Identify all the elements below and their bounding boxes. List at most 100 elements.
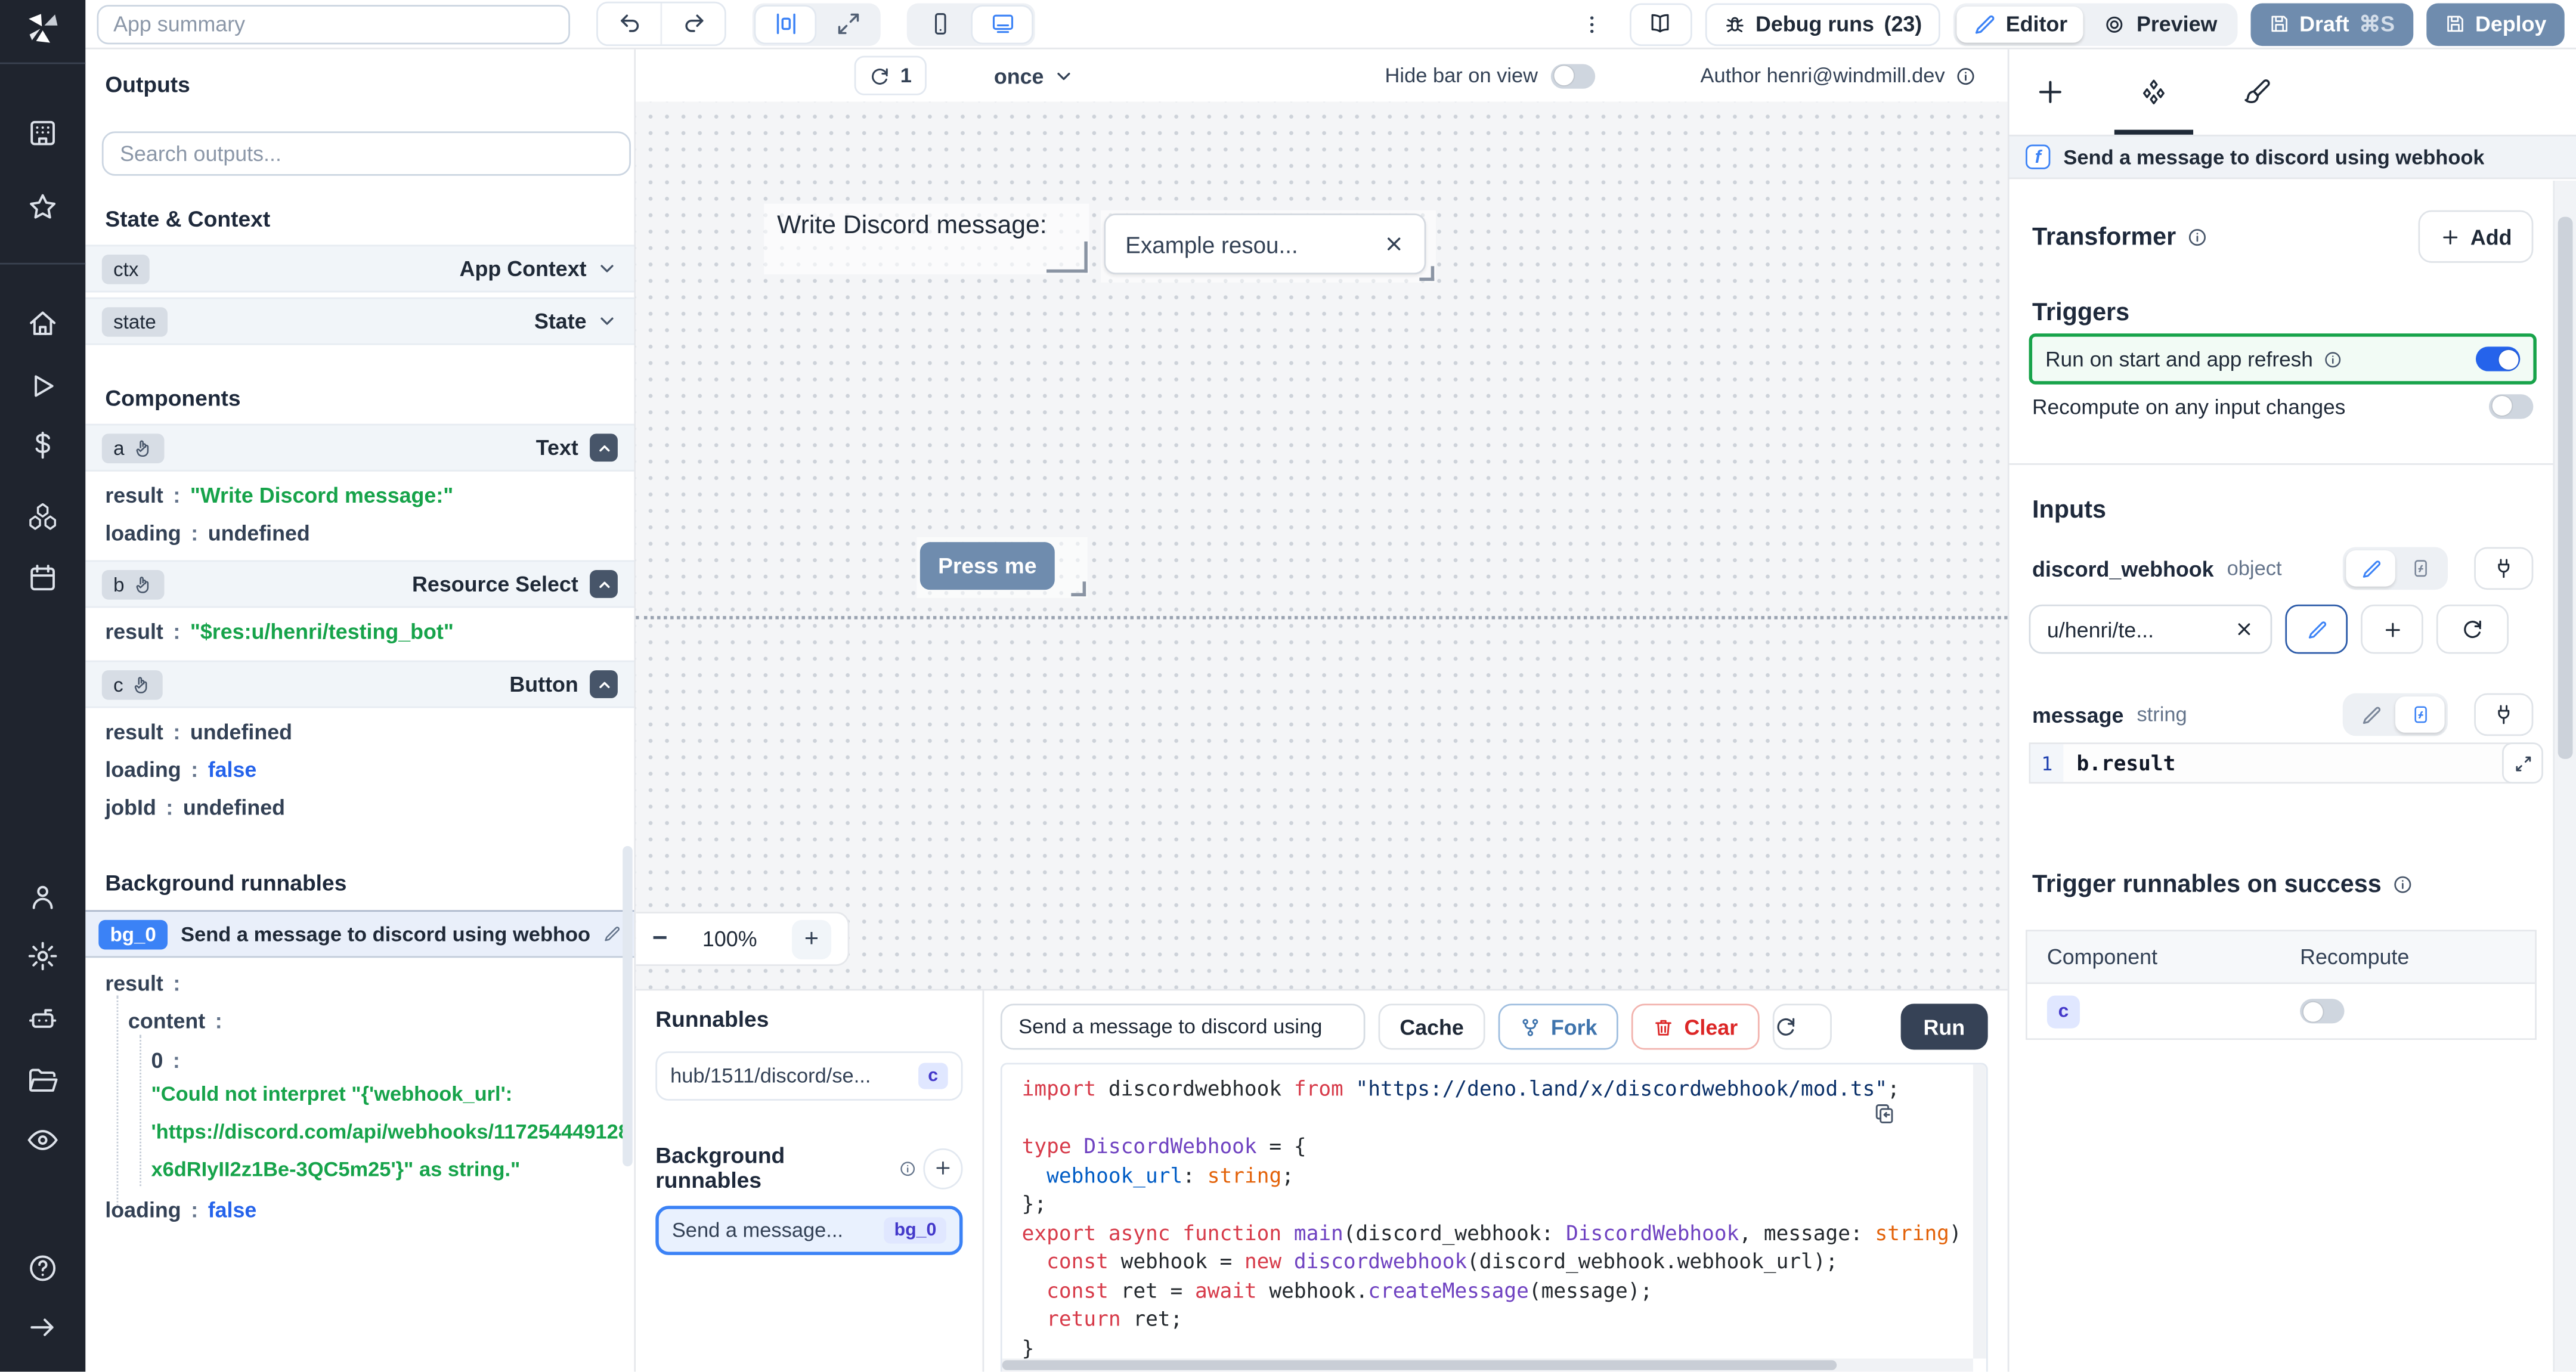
state-row[interactable]: state State xyxy=(85,297,634,345)
align-center-button[interactable] xyxy=(756,5,815,42)
component-row-a[interactable]: a Text xyxy=(85,423,634,472)
static-mode-button[interactable] xyxy=(2346,550,2395,587)
calendar-icon[interactable] xyxy=(26,562,59,594)
component-row-b[interactable]: b Resource Select xyxy=(85,560,634,608)
connections-tab[interactable] xyxy=(2139,77,2169,107)
tab-editor[interactable]: Editor xyxy=(1956,5,2084,42)
deploy-button[interactable]: Deploy xyxy=(2426,2,2565,45)
recompute-toggle[interactable] xyxy=(2488,393,2534,419)
fullscreen-button[interactable] xyxy=(818,6,877,42)
hide-bar-toggle[interactable] xyxy=(1551,63,1596,88)
resource-select-input[interactable]: Example resou... xyxy=(1104,213,1426,275)
error-text-line: x6dRIyII2z1Be-3QC5m25'}" as string." xyxy=(151,1158,521,1181)
fork-button[interactable]: Fork xyxy=(1498,1004,1619,1050)
user-icon[interactable] xyxy=(26,881,59,913)
zoom-out-button[interactable]: − xyxy=(652,924,668,954)
tab-preview[interactable]: Preview xyxy=(2087,6,2234,42)
code-vertical-scrollbar[interactable] xyxy=(1973,1064,1986,1359)
play-icon[interactable] xyxy=(26,370,59,402)
copy-code-icon[interactable] xyxy=(1873,1101,1896,1127)
chevron-down-icon[interactable] xyxy=(596,311,618,332)
message-expression-editor[interactable]: 1 b.result xyxy=(2029,742,2534,784)
outputs-scrollbar[interactable] xyxy=(623,846,633,1167)
eval-mode-button[interactable] xyxy=(2395,550,2445,587)
desktop-view-button[interactable] xyxy=(973,5,1032,42)
info-icon[interactable] xyxy=(2323,349,2342,368)
expand-editor-button[interactable] xyxy=(2502,742,2543,784)
dollar-icon[interactable] xyxy=(26,429,59,462)
plug-connect-button[interactable] xyxy=(2474,547,2534,590)
static-mode-button[interactable] xyxy=(2346,696,2395,733)
home-icon[interactable] xyxy=(26,307,59,340)
redo-button[interactable] xyxy=(660,3,724,45)
draft-button[interactable]: Draft ⌘S xyxy=(2250,2,2413,45)
bg0-title: Send a message to discord using webhook xyxy=(181,922,590,946)
building-icon[interactable] xyxy=(26,117,59,150)
collapse-b-button[interactable] xyxy=(590,570,618,598)
script-name-input[interactable] xyxy=(1000,1004,1366,1050)
undo-button[interactable] xyxy=(598,4,661,45)
folder-icon[interactable] xyxy=(26,1064,59,1097)
press-me-button[interactable]: Press me xyxy=(919,542,1055,590)
search-outputs-input[interactable] xyxy=(101,131,631,176)
resize-handle[interactable] xyxy=(1071,581,1086,597)
help-icon[interactable] xyxy=(26,1252,59,1284)
run-on-start-row: Run on start and app refresh xyxy=(2029,333,2537,385)
code-horizontal-scrollbar[interactable] xyxy=(1002,1358,1973,1372)
refresh-count-button[interactable]: 1 xyxy=(854,55,927,95)
recompute-c-toggle[interactable] xyxy=(2300,999,2345,1024)
canvas-grid[interactable]: Write Discord message: Example resou... … xyxy=(636,101,2008,991)
background-runnable-row[interactable]: bg_0 Send a message to discord using web… xyxy=(85,910,634,958)
add-transformer-button[interactable]: Add xyxy=(2417,210,2534,263)
resource-value-input[interactable]: u/henri/te... xyxy=(2029,604,2272,654)
style-tab[interactable] xyxy=(2243,77,2272,107)
eval-mode-button[interactable] xyxy=(2395,696,2445,733)
add-background-runnable-button[interactable] xyxy=(922,1147,963,1189)
add-component-tab[interactable] xyxy=(2036,77,2066,107)
outputs-panel: Outputs State & Context ctx App Context … xyxy=(85,49,636,1372)
run-button[interactable]: Run xyxy=(1900,1004,1988,1050)
edit-pencil-icon[interactable] xyxy=(603,925,621,943)
info-icon[interactable] xyxy=(2186,226,2207,247)
windmill-logo[interactable] xyxy=(23,8,63,48)
inspector-scrollbar[interactable] xyxy=(2553,181,2576,1372)
gear-icon[interactable] xyxy=(26,940,59,973)
zoom-in-button[interactable]: + xyxy=(791,919,832,959)
clear-button[interactable]: Clear xyxy=(1631,1004,1759,1050)
clear-resource-icon[interactable] xyxy=(2234,620,2254,639)
refresh-mode-dropdown[interactable]: once xyxy=(994,49,1075,102)
clear-selection-icon[interactable] xyxy=(1383,233,1405,255)
add-resource-button[interactable] xyxy=(2361,604,2423,654)
info-icon[interactable] xyxy=(1955,65,1976,86)
kebab-menu-icon[interactable] xyxy=(1573,13,1609,36)
app-summary-input[interactable] xyxy=(97,4,571,44)
docs-button[interactable] xyxy=(1628,2,1692,45)
refresh-script-button[interactable] xyxy=(1772,1004,1832,1050)
collapse-c-button[interactable] xyxy=(590,670,618,698)
run-on-start-toggle[interactable] xyxy=(2475,346,2521,371)
runnable-item[interactable]: hub/1511/discord/se... c xyxy=(655,1051,963,1101)
layout-tools-group xyxy=(752,2,881,45)
robot-icon[interactable] xyxy=(26,1002,59,1035)
code-editor[interactable]: import discordwebhook from "https://deno… xyxy=(1000,1063,1988,1372)
edit-resource-button[interactable] xyxy=(2285,604,2348,654)
resize-handle[interactable] xyxy=(1419,266,1435,281)
eye-icon[interactable] xyxy=(26,1123,59,1156)
script-editor: Cache Fork Clear Run import discordwebho… xyxy=(982,990,2008,1372)
cache-button[interactable]: Cache xyxy=(1378,1004,1485,1050)
component-row-c[interactable]: c Button xyxy=(85,660,634,708)
chevron-down-icon[interactable] xyxy=(596,258,618,280)
text-component[interactable]: Write Discord message: xyxy=(764,203,1089,275)
plug-connect-button[interactable] xyxy=(2474,693,2534,736)
resize-handle[interactable] xyxy=(1046,241,1088,273)
ctx-row[interactable]: ctx App Context xyxy=(85,244,634,293)
arrow-right-icon[interactable] xyxy=(26,1311,59,1344)
collapse-a-button[interactable] xyxy=(590,433,618,462)
mobile-view-button[interactable] xyxy=(910,6,969,42)
debug-runs-button[interactable]: Debug runs (23) xyxy=(1704,2,1940,45)
info-icon[interactable] xyxy=(2391,874,2413,896)
selected-background-runnable[interactable]: Send a message... bg_0 xyxy=(655,1206,963,1255)
star-icon[interactable] xyxy=(26,191,59,224)
cubes-icon[interactable] xyxy=(26,500,59,532)
refresh-resource-button[interactable] xyxy=(2436,604,2509,654)
